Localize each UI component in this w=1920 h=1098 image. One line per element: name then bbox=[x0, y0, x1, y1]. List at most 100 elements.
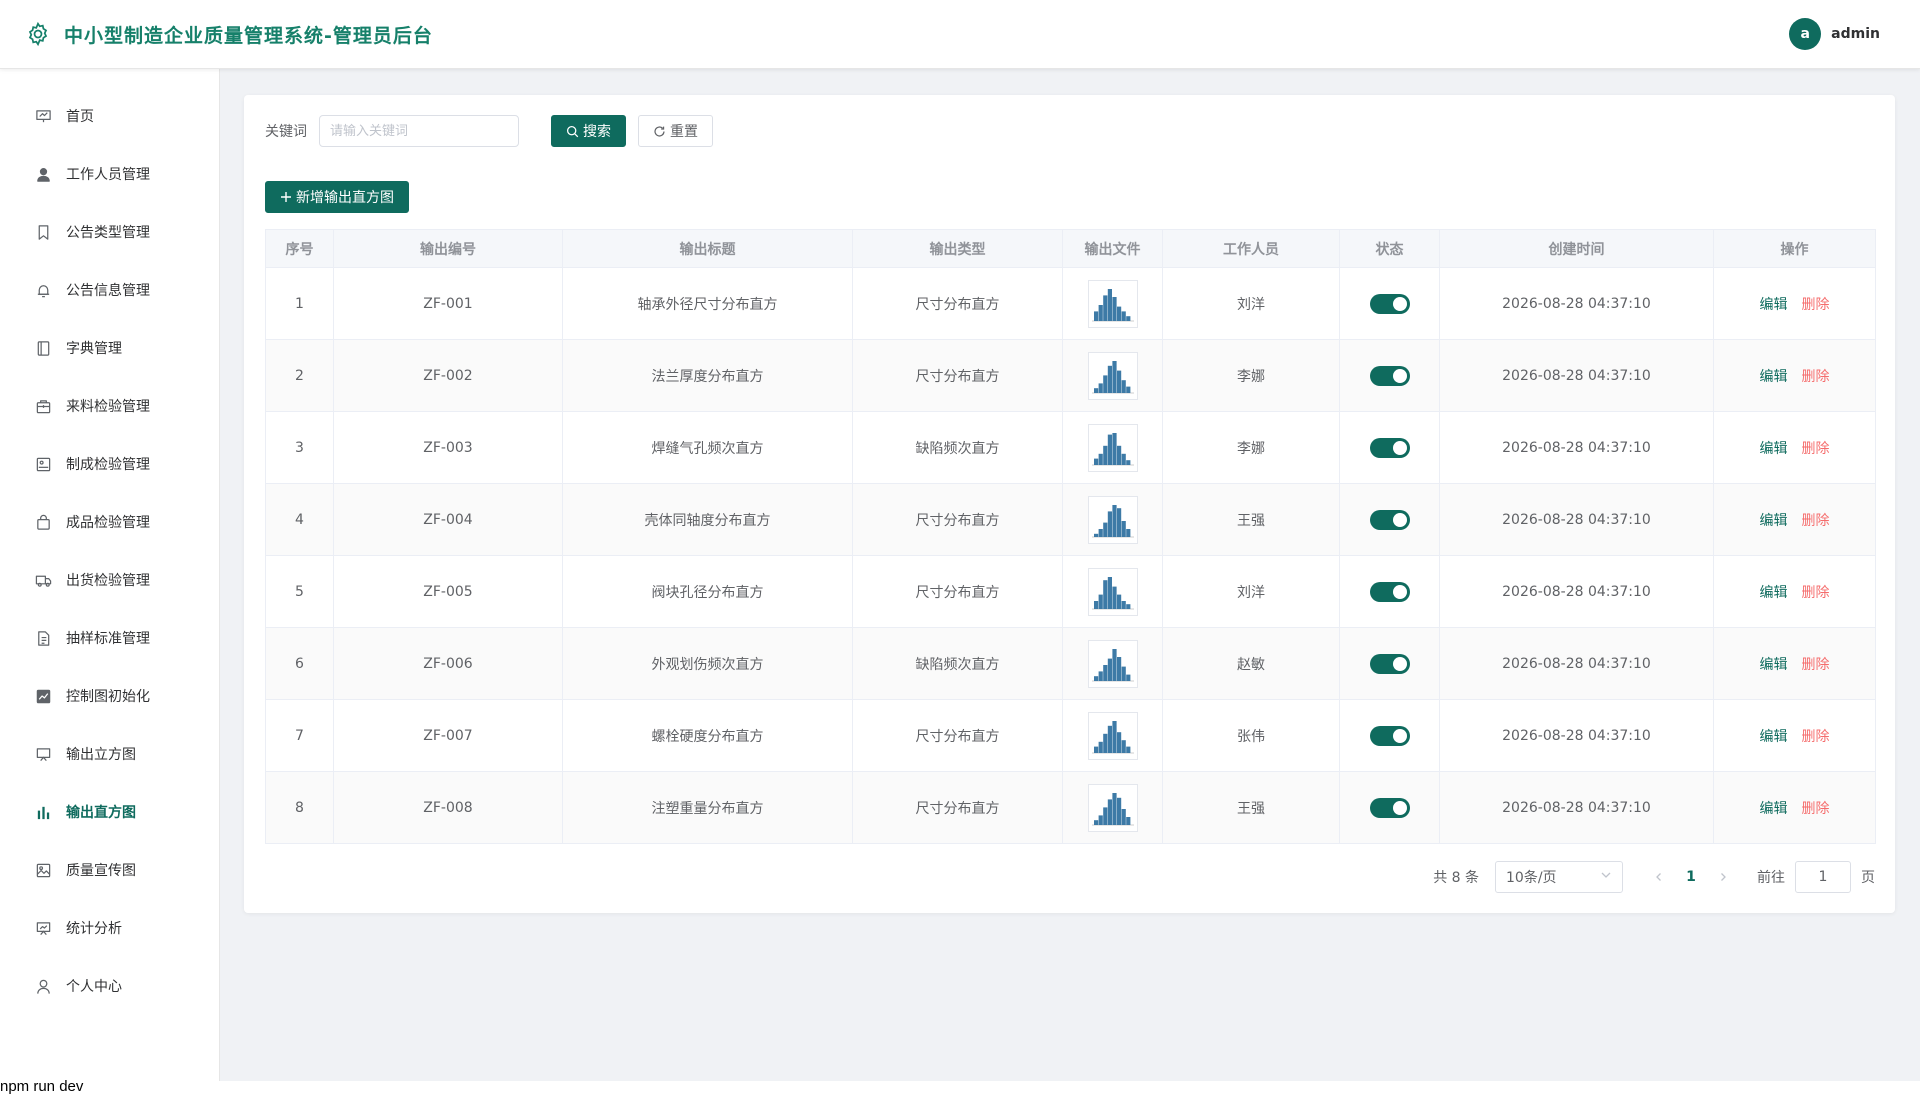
cell-code: ZF-005 bbox=[333, 555, 563, 628]
thumbnail-bar bbox=[1116, 594, 1121, 609]
status-toggle[interactable] bbox=[1369, 653, 1410, 674]
delete-button[interactable]: 删除 bbox=[1802, 441, 1830, 457]
histogram-thumbnail[interactable] bbox=[1087, 567, 1138, 616]
delete-button[interactable]: 删除 bbox=[1802, 801, 1830, 817]
thumbnail-bar bbox=[1102, 522, 1107, 537]
col-type: 输出类型 bbox=[852, 229, 1063, 268]
edit-button[interactable]: 编辑 bbox=[1760, 801, 1788, 817]
histogram-thumbnail[interactable] bbox=[1087, 495, 1138, 544]
cell-type: 尺寸分布直方 bbox=[852, 771, 1063, 844]
user-icon bbox=[34, 165, 52, 183]
cell-code: ZF-002 bbox=[333, 339, 563, 412]
page-size-select[interactable]: 10条/页 bbox=[1495, 861, 1623, 893]
delete-button[interactable]: 删除 bbox=[1802, 513, 1830, 529]
pagination-total: 共 8 条 bbox=[1433, 870, 1479, 886]
cell-status bbox=[1339, 699, 1440, 772]
edit-button[interactable]: 编辑 bbox=[1760, 657, 1788, 673]
next-page-button[interactable] bbox=[1711, 872, 1735, 882]
sidebar-item[interactable]: 控制图初始化 bbox=[0, 667, 219, 725]
cell-created: 2026-08-28 04:37:10 bbox=[1439, 483, 1714, 556]
status-toggle[interactable] bbox=[1369, 725, 1410, 746]
cell-code: ZF-007 bbox=[333, 699, 563, 772]
table-row: 2 ZF-002 法兰厚度分布直方 尺寸分布直方 李娜 2026-08-28 04:37:… bbox=[265, 339, 1876, 412]
histogram-thumbnail[interactable] bbox=[1087, 711, 1138, 760]
user-menu[interactable]: a admin bbox=[1789, 18, 1880, 50]
prev-page-button[interactable] bbox=[1647, 872, 1671, 882]
refresh-icon bbox=[653, 125, 666, 138]
delete-button[interactable]: 删除 bbox=[1802, 297, 1830, 313]
sidebar-item-label: 统计分析 bbox=[66, 921, 122, 937]
sidebar-item[interactable]: 质量宣传图 bbox=[0, 841, 219, 899]
edit-button[interactable]: 编辑 bbox=[1760, 369, 1788, 385]
thumbnail-bar bbox=[1125, 816, 1130, 825]
col-created: 创建时间 bbox=[1439, 229, 1714, 268]
status-toggle[interactable] bbox=[1369, 797, 1410, 818]
add-histogram-button[interactable]: 新增输出直方图 bbox=[265, 181, 409, 213]
edit-button[interactable]: 编辑 bbox=[1760, 585, 1788, 601]
reset-button[interactable]: 重置 bbox=[638, 115, 713, 147]
sidebar-item-label: 制成检验管理 bbox=[66, 457, 150, 473]
footer-terminal-text: npm run dev bbox=[0, 1078, 84, 1095]
goto-page-input[interactable] bbox=[1795, 861, 1851, 893]
sidebar-item-label: 成品检验管理 bbox=[66, 515, 150, 531]
histogram-thumbnail[interactable] bbox=[1087, 783, 1138, 832]
sidebar-item[interactable]: 统计分析 bbox=[0, 899, 219, 957]
username[interactable]: admin bbox=[1831, 26, 1880, 42]
sidebar-item[interactable]: 来料检验管理 bbox=[0, 377, 219, 435]
sidebar-item[interactable]: 首页 bbox=[0, 87, 219, 145]
thumbnail-bar bbox=[1125, 386, 1130, 393]
cell-file bbox=[1062, 555, 1163, 628]
sidebar-item[interactable]: 制成检验管理 bbox=[0, 435, 219, 493]
histogram-thumbnail[interactable] bbox=[1087, 639, 1138, 688]
sidebar-item[interactable]: 出货检验管理 bbox=[0, 551, 219, 609]
thumbnail-bar bbox=[1116, 370, 1121, 393]
status-toggle[interactable] bbox=[1369, 293, 1410, 314]
sidebar-item-label: 输出立方图 bbox=[66, 747, 136, 763]
chart-line-icon bbox=[34, 687, 52, 705]
delete-button[interactable]: 删除 bbox=[1802, 729, 1830, 745]
cell-title: 螺栓硬度分布直方 bbox=[562, 699, 853, 772]
cell-index: 4 bbox=[265, 483, 334, 556]
cell-title: 外观划伤频次直方 bbox=[562, 627, 853, 700]
top-header: 中小型制造企业质量管理系统-管理员后台 a admin bbox=[0, 0, 1920, 69]
edit-button[interactable]: 编辑 bbox=[1760, 729, 1788, 745]
thumbnail-bar bbox=[1107, 798, 1112, 825]
sidebar-item[interactable]: 输出立方图 bbox=[0, 725, 219, 783]
sidebar-item[interactable]: 个人中心 bbox=[0, 957, 219, 1015]
histogram-thumbnail[interactable] bbox=[1087, 423, 1138, 472]
sidebar-item[interactable]: 公告类型管理 bbox=[0, 203, 219, 261]
sidebar-item[interactable]: 公告信息管理 bbox=[0, 261, 219, 319]
cell-type: 尺寸分布直方 bbox=[852, 699, 1063, 772]
delete-button[interactable]: 删除 bbox=[1802, 657, 1830, 673]
avatar[interactable]: a bbox=[1789, 18, 1822, 50]
sidebar-item[interactable]: 抽样标准管理 bbox=[0, 609, 219, 667]
status-toggle[interactable] bbox=[1369, 365, 1410, 386]
sidebar-item[interactable]: 成品检验管理 bbox=[0, 493, 219, 551]
status-toggle[interactable] bbox=[1369, 437, 1410, 458]
edit-button[interactable]: 编辑 bbox=[1760, 513, 1788, 529]
search-button[interactable]: 搜索 bbox=[551, 115, 626, 147]
thumbnail-bar bbox=[1098, 382, 1103, 393]
edit-button[interactable]: 编辑 bbox=[1760, 441, 1788, 457]
thumbnail-bar bbox=[1121, 310, 1126, 321]
edit-button[interactable]: 编辑 bbox=[1760, 297, 1788, 313]
thumbnail-bar bbox=[1116, 797, 1121, 825]
status-toggle[interactable] bbox=[1369, 581, 1410, 602]
sidebar-item[interactable]: 工作人员管理 bbox=[0, 145, 219, 203]
delete-button[interactable]: 删除 bbox=[1802, 369, 1830, 385]
histogram-thumbnail[interactable] bbox=[1087, 351, 1138, 400]
delete-button[interactable]: 删除 bbox=[1802, 585, 1830, 601]
cell-staff: 王强 bbox=[1162, 483, 1340, 556]
cell-created: 2026-08-28 04:37:10 bbox=[1439, 411, 1714, 484]
sidebar-item[interactable]: 字典管理 bbox=[0, 319, 219, 377]
page-number[interactable]: 1 bbox=[1671, 869, 1711, 885]
status-toggle[interactable] bbox=[1369, 509, 1410, 530]
col-code: 输出编号 bbox=[333, 229, 563, 268]
search-input[interactable] bbox=[319, 115, 519, 147]
cell-actions: 编辑 删除 bbox=[1713, 555, 1876, 628]
cell-index: 3 bbox=[265, 411, 334, 484]
histogram-thumbnail[interactable] bbox=[1087, 279, 1138, 328]
cell-index: 6 bbox=[265, 627, 334, 700]
sidebar-item[interactable]: 输出直方图 bbox=[0, 783, 219, 841]
cell-actions: 编辑 删除 bbox=[1713, 411, 1876, 484]
